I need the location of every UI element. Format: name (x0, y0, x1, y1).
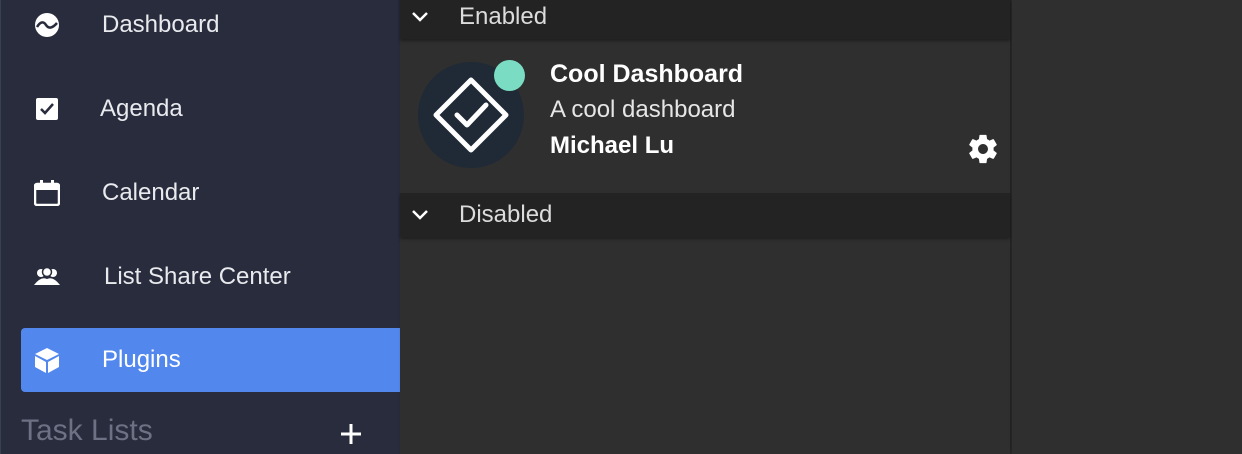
empty-content-area (1012, 0, 1242, 454)
dashboard-icon (33, 11, 61, 39)
sidebar: Dashboard Agenda Calendar List Share Cen… (0, 0, 401, 454)
add-task-list-button[interactable] (337, 420, 365, 448)
plugin-author: Michael Lu (550, 132, 675, 159)
plugin-description: A cool dashboard (550, 96, 736, 123)
sidebar-item-label: Agenda (100, 95, 183, 122)
sidebar-item-plugins[interactable]: Plugins (21, 328, 401, 392)
people-icon (33, 263, 61, 291)
sidebar-item-calendar[interactable]: Calendar (21, 161, 401, 225)
check-square-icon (33, 95, 61, 123)
disabled-group-label: Disabled (459, 201, 553, 228)
enabled-group-header[interactable]: Enabled (400, 0, 1010, 39)
sidebar-item-label: Dashboard (102, 11, 220, 38)
sidebar-item-dashboard[interactable]: Dashboard (21, 0, 401, 57)
plugin-settings-button[interactable] (966, 132, 1000, 166)
calendar-icon (33, 179, 61, 207)
plugin-card: Cool Dashboard A cool dashboard Michael … (400, 46, 1010, 182)
disabled-group-header[interactable]: Disabled (400, 193, 1010, 237)
plugins-panel: Enabled Cool Dashboard A cool dashboard … (400, 0, 1010, 454)
enabled-group-label: Enabled (459, 3, 548, 30)
chevron-down-icon (412, 12, 428, 22)
status-badge (494, 60, 525, 91)
sidebar-item-list-share-center[interactable]: List Share Center (21, 245, 401, 309)
gear-icon (969, 134, 997, 164)
task-lists-heading: Task Lists (21, 414, 153, 447)
cube-icon (33, 346, 61, 374)
sidebar-item-label: Plugins (102, 346, 181, 373)
plus-icon (341, 424, 361, 444)
sidebar-item-label: List Share Center (104, 263, 291, 290)
plugin-name: Cool Dashboard (550, 60, 744, 88)
chevron-down-icon (412, 210, 428, 220)
sidebar-item-agenda[interactable]: Agenda (21, 77, 401, 141)
sidebar-item-label: Calendar (102, 179, 200, 206)
